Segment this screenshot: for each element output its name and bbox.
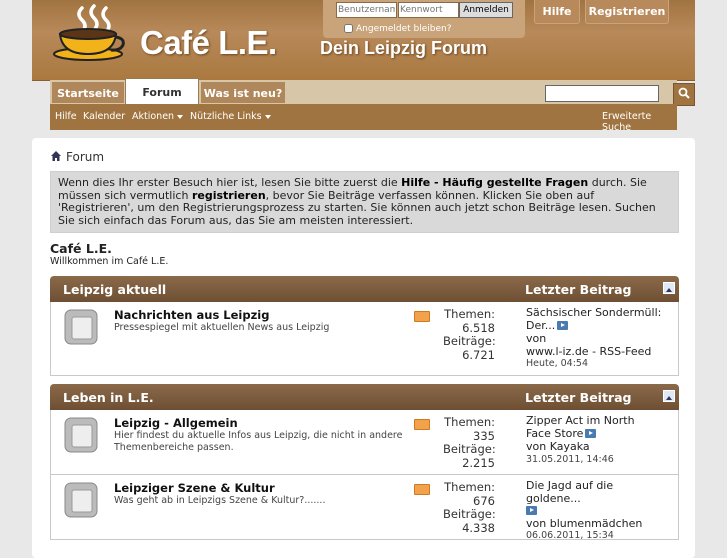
- posts-label: Beiträge:: [443, 507, 496, 521]
- posts-count: 4.338: [462, 520, 495, 535]
- subnav-links-label: Nützliche Links: [190, 111, 262, 122]
- forum-status-icon: [64, 309, 98, 345]
- forum-desc: Pressespiegel mit aktuellen News aus Lei…: [114, 322, 330, 333]
- forum-name[interactable]: Nachrichten aus Leipzig: [114, 308, 269, 322]
- last-post-by[interactable]: von blumenmädchen: [526, 517, 666, 531]
- subnav-aktionen[interactable]: Aktionen: [132, 111, 184, 122]
- forum-row[interactable]: Leipzig - Allgemein Hier findest du aktu…: [50, 410, 679, 475]
- category-name[interactable]: Leipzig aktuell: [63, 282, 166, 297]
- register-button[interactable]: Registrieren: [585, 0, 669, 24]
- remember-me-label: Angemeldet bleiben?: [356, 24, 452, 34]
- subnav-hilfe[interactable]: Hilfe: [55, 111, 77, 122]
- forum-name[interactable]: Leipziger Szene & Kultur: [114, 481, 275, 495]
- category-name[interactable]: Leben in L.E.: [63, 390, 154, 405]
- tab-startseite[interactable]: Startseite: [51, 81, 125, 104]
- forum-description: Willkommen im Café L.E.: [50, 256, 169, 267]
- breadcrumb-forum[interactable]: Forum: [66, 150, 104, 164]
- posts-count: 2.215: [462, 455, 495, 470]
- last-post-title[interactable]: Die Jagd auf die goldene...: [526, 479, 613, 505]
- threads-label: Themen:: [444, 307, 495, 321]
- threads-count: 335: [473, 428, 495, 443]
- tab-forum[interactable]: Forum: [125, 78, 199, 105]
- go-to-post-icon[interactable]: [557, 320, 569, 330]
- forum-stats: Themen: 335 Beiträge: 2.215: [443, 415, 496, 470]
- threads-count: 676: [473, 493, 495, 508]
- logo-slogan: Dein Leipzig Forum: [320, 38, 488, 58]
- remember-me-checkbox[interactable]: [344, 24, 353, 33]
- last-post-user[interactable]: www.l-iz.de - RSS-Feed: [526, 345, 666, 359]
- posts-label: Beiträge:: [443, 442, 496, 456]
- go-to-post-icon[interactable]: [526, 506, 537, 515]
- last-post: Zipper Act im North Face Store von Kayak…: [526, 414, 661, 466]
- home-icon[interactable]: [50, 150, 62, 162]
- search-button[interactable]: [673, 83, 695, 106]
- last-post: Die Jagd auf die goldene... von blumenmä…: [526, 479, 666, 543]
- forum-status-icon: [64, 417, 98, 453]
- go-to-post-icon[interactable]: [585, 428, 597, 438]
- forum-stats: Themen: 6.518 Beiträge: 6.721: [443, 307, 496, 362]
- threads-count: 6.518: [462, 320, 495, 335]
- rss-icon[interactable]: [414, 419, 430, 430]
- last-post-title[interactable]: Zipper Act im North Face Store: [526, 414, 635, 440]
- last-post-date: Heute, 04:54: [526, 358, 588, 369]
- subnav-kalender[interactable]: Kalender: [83, 111, 125, 122]
- username-input[interactable]: [336, 2, 397, 18]
- collapse-icon[interactable]: [663, 390, 675, 402]
- last-post-title[interactable]: Sächsischer Sondermüll: Der...: [526, 306, 661, 332]
- chevron-down-icon: [177, 114, 184, 119]
- logo-text[interactable]: Café L.E.: [140, 24, 277, 62]
- search-icon: [678, 87, 690, 99]
- notice-text: Wenn dies Ihr erster Besuch hier ist, le…: [58, 176, 402, 189]
- subnav-nuetzliche-links[interactable]: Nützliche Links: [190, 111, 271, 122]
- last-post-date: 31.05.2011, 14:46: [526, 453, 614, 465]
- chevron-down-icon: [264, 114, 271, 119]
- forum-desc: Hier findest du aktuelle Infos aus Leipz…: [114, 430, 403, 453]
- rss-icon[interactable]: [414, 311, 430, 322]
- subnav: Hilfe Kalender Aktionen Nützliche Links …: [50, 104, 677, 133]
- rss-icon[interactable]: [414, 484, 430, 495]
- remember-me[interactable]: Angemeldet bleiben?: [344, 24, 452, 34]
- collapse-icon[interactable]: [663, 282, 675, 294]
- last-post: Sächsischer Sondermüll: Der... von www.l…: [526, 306, 666, 371]
- site-header: Café L.E. Dein Leipzig Forum Anmelden An…: [32, 0, 695, 81]
- password-input[interactable]: [398, 2, 459, 18]
- forum-desc: Was geht ab in Leipzigs Szene & Kultur?.…: [114, 495, 326, 506]
- forum-status-icon: [64, 482, 98, 518]
- collapse-arrow-icon: [666, 396, 672, 400]
- search-input[interactable]: [545, 85, 659, 102]
- last-post-by[interactable]: von Kayaka: [526, 440, 661, 454]
- advanced-search-link[interactable]: Erweiterte Suche: [602, 111, 677, 133]
- tab-was-ist-neu[interactable]: Was ist neu?: [200, 81, 286, 104]
- login-button[interactable]: Anmelden: [459, 2, 513, 18]
- collapse-arrow-icon: [666, 288, 672, 292]
- posts-label: Beiträge:: [443, 334, 496, 348]
- category-header: Leben in L.E. Letzter Beitrag: [50, 384, 679, 410]
- coffee-cup-logo-icon[interactable]: [52, 4, 128, 62]
- login-form: Anmelden Angemeldet bleiben?: [323, 0, 525, 38]
- last-post-date: 06.06.2011, 15:34: [526, 530, 614, 541]
- breadcrumb: Forum: [50, 150, 104, 164]
- subnav-aktionen-label: Aktionen: [132, 111, 175, 122]
- forum-title: Café L.E.: [50, 241, 112, 256]
- last-post-header: Letzter Beitrag: [525, 390, 632, 405]
- forum-stats: Themen: 676 Beiträge: 4.338: [443, 480, 496, 535]
- threads-label: Themen:: [444, 480, 495, 494]
- threads-label: Themen:: [444, 415, 495, 429]
- last-post-by: von: [526, 332, 547, 345]
- help-button[interactable]: Hilfe: [534, 0, 580, 24]
- faq-link[interactable]: Hilfe - Häufig gestellte Fragen: [401, 176, 588, 189]
- forum-row[interactable]: Leipziger Szene & Kultur Was geht ab in …: [50, 474, 679, 543]
- category-header: Leipzig aktuell Letzter Beitrag: [50, 276, 679, 302]
- welcome-notice: Wenn dies Ihr erster Besuch hier ist, le…: [50, 171, 679, 233]
- forum-name[interactable]: Leipzig - Allgemein: [114, 416, 238, 430]
- last-post-header: Letzter Beitrag: [525, 282, 632, 297]
- register-link[interactable]: registrieren: [192, 189, 266, 202]
- posts-count: 6.721: [462, 347, 495, 362]
- forum-row[interactable]: Nachrichten aus Leipzig Pressespiegel mi…: [50, 302, 679, 376]
